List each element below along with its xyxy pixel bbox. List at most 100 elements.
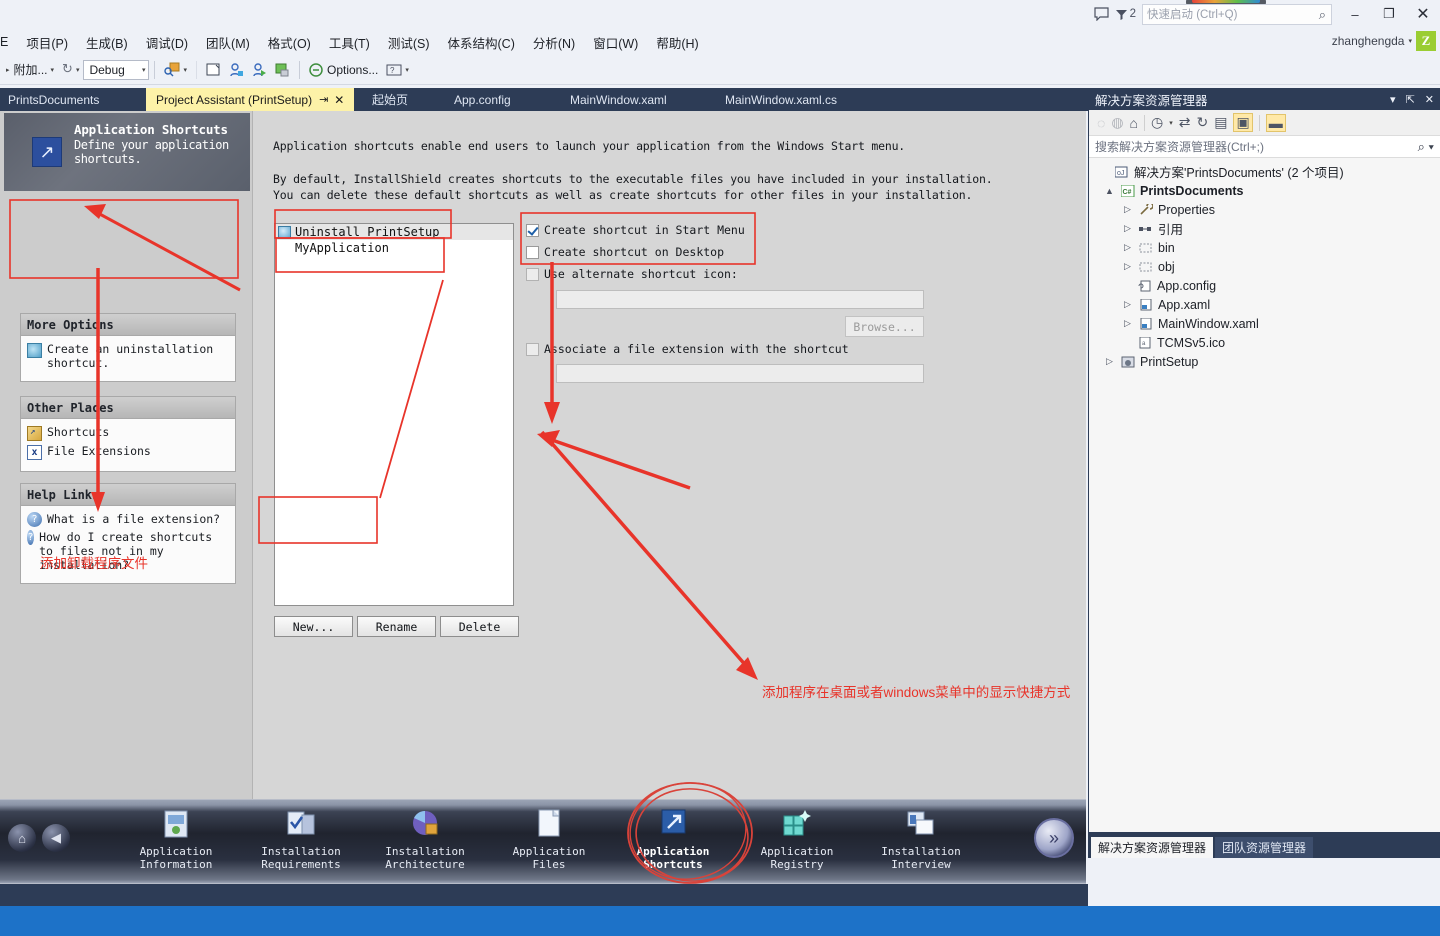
chevron-down-icon[interactable]: ▾ [183,66,187,74]
tree-item-obj[interactable]: ▷ obj [1089,257,1440,276]
close-icon[interactable]: ✕ [334,93,344,107]
show-all-files-icon[interactable]: ▣ [1233,113,1253,132]
checkbox-box[interactable] [526,268,539,281]
restart-button[interactable]: ↻ ▾ [58,60,83,79]
menu-item-project[interactable]: 项目(P) [17,30,77,55]
run-person-button[interactable] [248,61,271,79]
nav-item-application-registry[interactable]: Application Registry [734,808,860,871]
new-button[interactable]: New... [274,616,353,637]
user-account-area[interactable]: zhanghengda ▾ Z [1332,30,1436,52]
tab-project-assistant[interactable]: Project Assistant (PrintSetup) ⇥ ✕ [146,88,355,111]
menu-item-0[interactable]: E [0,32,17,52]
chevron-down-icon[interactable]: ▾ [142,66,146,74]
next-arrow-icon[interactable]: » [1034,818,1074,858]
collapse-all-icon[interactable]: ▤ [1214,114,1227,131]
home-icon[interactable]: ⌂ [1130,115,1138,131]
menu-item-help[interactable]: 帮助(H) [647,30,707,55]
nav-item-application-shortcuts[interactable]: Application Shortcuts [610,808,736,871]
menu-item-test[interactable]: 测试(S) [379,30,439,55]
pending-changes-icon[interactable]: ◷ [1151,114,1163,131]
tree-item-references[interactable]: ▷ 引用 [1089,219,1440,238]
home-icon[interactable]: ⌂ [8,824,36,852]
alternate-icon-field[interactable] [556,290,924,309]
tab-mainwindow-xaml[interactable]: MainWindow.xaml [560,88,677,111]
menu-item-window[interactable]: 窗口(W) [584,30,647,55]
tree-twisty[interactable]: ▷ [1121,261,1134,272]
forward-icon[interactable]: ◍ [1111,114,1123,131]
options-button[interactable]: Options... [305,61,382,79]
menu-item-format[interactable]: 格式(O) [259,30,320,55]
list-item[interactable]: Uninstall PrintSetup [275,224,513,240]
tree-twisty[interactable]: ▷ [1103,356,1116,367]
list-item[interactable]: MyApplication [275,240,513,256]
tree-item-app-config[interactable]: App.config [1089,276,1440,295]
maximize-button[interactable]: ❐ [1372,1,1406,27]
checkbox-create-shortcut-start-menu[interactable]: Create shortcut in Start Menu [526,223,745,237]
menu-item-analyze[interactable]: 分析(N) [524,30,584,55]
checkbox-associate-file-extension[interactable]: Associate a file extension with the shor… [526,342,849,356]
search-icon[interactable]: ⌕ ▾ [1418,139,1434,155]
feedback-icon[interactable] [1089,1,1115,27]
menu-item-architecture[interactable]: 体系结构(C) [439,30,524,55]
checkbox-box[interactable] [526,224,539,237]
back-arrow-icon[interactable]: ◀ [42,824,70,852]
menu-item-build[interactable]: 生成(B) [77,30,137,55]
tab-app-config[interactable]: App.config [444,88,521,111]
tree-item-app-xaml[interactable]: ▷ App.xaml [1089,295,1440,314]
tree-item-printsetup[interactable]: ▷ PrintSetup [1089,352,1440,371]
nav-item-installation-requirements[interactable]: Installation Requirements [238,808,364,871]
menu-item-debug[interactable]: 调试(D) [137,30,197,55]
quick-launch-box[interactable]: 快速启动 (Ctrl+Q) ⌕ [1142,3,1332,25]
menu-item-tools[interactable]: 工具(T) [320,30,379,55]
nav-item-installation-architecture[interactable]: Installation Architecture [362,808,488,871]
solution-configuration-select[interactable]: Debug ▾ [83,59,150,80]
sync-icon[interactable]: ⇄ [1179,114,1191,131]
find-person-button[interactable] [225,61,248,79]
checkbox-create-shortcut-desktop[interactable]: Create shortcut on Desktop [526,245,724,259]
other-places-link-shortcuts[interactable]: Shortcuts [27,425,229,441]
delete-button[interactable]: Delete [440,616,519,637]
tree-twisty[interactable]: ▷ [1121,204,1134,215]
tree-item-bin[interactable]: ▷ bin [1089,238,1440,257]
minimize-button[interactable]: – [1338,1,1372,27]
find-symbol-button[interactable]: ▾ [160,60,191,79]
avatar[interactable]: Z [1416,31,1436,51]
attach-button[interactable]: 附加... ▾ [10,59,59,80]
deploy-button[interactable] [271,61,294,79]
chevron-down-icon[interactable]: ▾ [51,66,55,74]
chevron-down-icon[interactable]: ▾ [1169,119,1173,127]
create-uninstallation-shortcut-link[interactable]: Create an uninstallation shortcut. [27,342,229,370]
browse-button[interactable]: Browse... [845,316,924,337]
new-window-button[interactable] [202,61,225,79]
shortcut-list[interactable]: Uninstall PrintSetup MyApplication [274,223,514,606]
checkbox-box[interactable] [526,246,539,259]
menu-item-team[interactable]: 团队(M) [197,30,259,55]
file-extension-field[interactable] [556,364,924,383]
notifications-flag[interactable]: 2 [1115,8,1136,21]
tree-twisty[interactable]: ▷ [1121,299,1134,310]
nav-item-application-information[interactable]: Application Information [113,808,239,871]
other-places-link-file-extensions[interactable]: x File Extensions [27,444,229,460]
rename-button[interactable]: Rename [357,616,436,637]
tree-item-solution[interactable]: oJ 解决方案'PrintsDocuments' (2 个项目) [1089,162,1440,181]
pin-icon[interactable]: ⇱ [1406,93,1415,106]
tree-item-printsdocuments[interactable]: ▲ C# PrintsDocuments [1089,181,1440,200]
tree-twisty[interactable]: ▲ [1103,186,1116,196]
solution-explorer-search-box[interactable]: 搜索解决方案资源管理器(Ctrl+;) ⌕ ▾ [1089,136,1440,158]
tree-twisty[interactable]: ▷ [1121,318,1134,329]
back-icon[interactable]: ◌ [1097,115,1105,131]
tree-twisty[interactable]: ▷ [1121,242,1134,253]
close-icon[interactable]: ✕ [1425,93,1434,106]
tab-solution-explorer[interactable]: 解决方案资源管理器 [1091,837,1214,858]
chevron-down-icon[interactable]: ▾ [405,66,409,74]
properties-icon[interactable]: ▬ [1265,113,1286,132]
refresh-icon[interactable]: ↻ [1196,114,1208,131]
nav-item-installation-interview[interactable]: Installation Interview [858,808,984,871]
tree-item-tcmsv5-ico[interactable]: a TCMSv5.ico [1089,333,1440,352]
tab-team-explorer[interactable]: 团队资源管理器 [1215,837,1314,858]
tab-start-page[interactable]: 起始页 [362,88,418,111]
tree-twisty[interactable]: ▷ [1121,223,1134,234]
close-button[interactable]: ✕ [1406,1,1440,27]
tree-item-properties[interactable]: ▷ Properties [1089,200,1440,219]
checkbox-use-alternate-icon[interactable]: Use alternate shortcut icon: [526,267,738,281]
